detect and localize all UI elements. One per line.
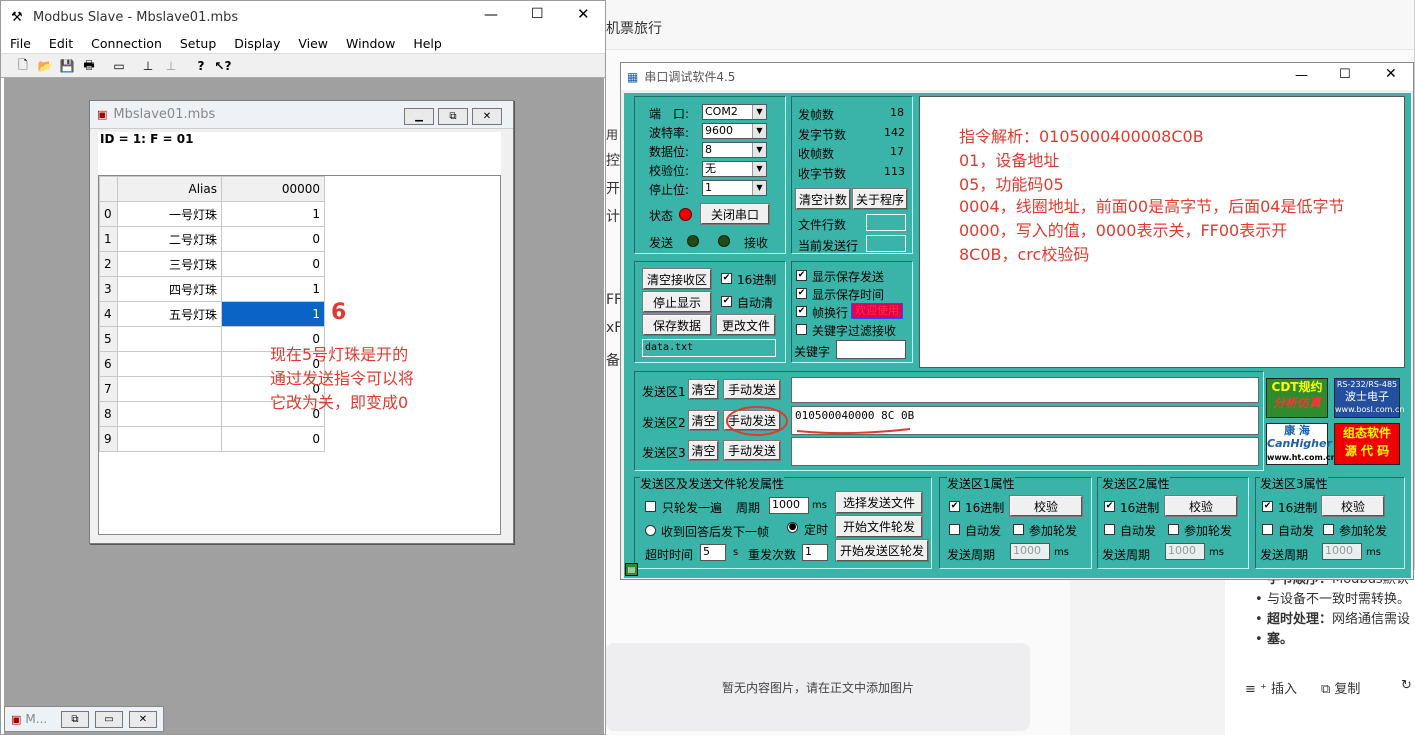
red-markup-overlay <box>726 406 911 436</box>
underline-send-content <box>796 428 911 435</box>
circle-highlight-manual-send <box>726 406 788 436</box>
